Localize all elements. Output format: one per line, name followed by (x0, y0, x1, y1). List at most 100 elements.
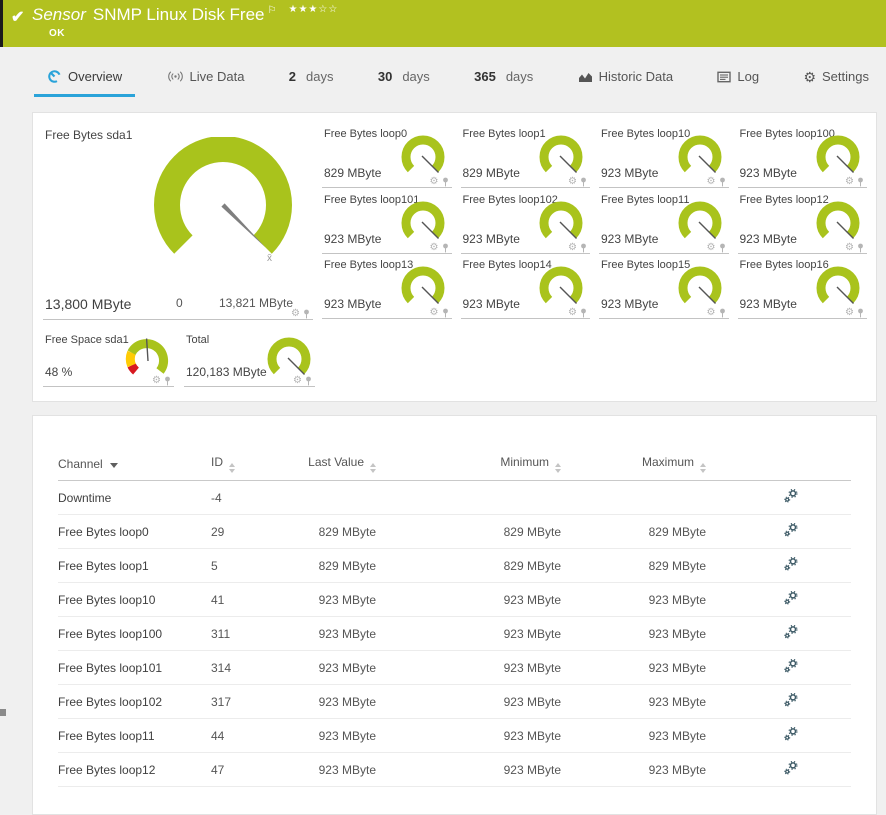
channel-name-cell[interactable]: Free Bytes loop101 (58, 651, 211, 685)
gauge-cell[interactable]: Free Bytes loop1 829 MByte ⚙ (461, 123, 591, 188)
table-row[interactable]: Free Bytes loop12 47 923 MByte 923 MByte… (58, 753, 851, 787)
tab-2-days-unit: days (306, 69, 333, 84)
channel-gear-icon[interactable]: ⚙ (430, 177, 439, 187)
gauge-cell[interactable]: Free Bytes loop13 923 MByte ⚙ (322, 254, 452, 319)
channel-name-cell[interactable]: Free Bytes loop0 (58, 515, 211, 549)
gauge-cell[interactable]: Free Bytes loop11 923 MByte ⚙ (599, 189, 729, 254)
edit-channel-gears-icon[interactable] (783, 658, 799, 674)
pin-icon[interactable] (303, 309, 310, 319)
pin-icon[interactable] (442, 177, 449, 187)
last-value-cell: 923 MByte (296, 651, 376, 685)
edit-channel-gears-icon[interactable] (783, 556, 799, 572)
minimum-cell: 923 MByte (376, 753, 561, 787)
pin-icon[interactable] (580, 308, 587, 318)
gauge-dial (674, 133, 726, 181)
channel-name-cell[interactable]: Downtime (58, 481, 211, 515)
channel-gear-icon[interactable]: ⚙ (845, 177, 854, 187)
minimum-cell (376, 481, 561, 515)
pin-icon[interactable] (580, 243, 587, 253)
free-space-gauge-cell[interactable]: Free Space sda1 48 % ⚙ (43, 329, 174, 387)
edit-channel-gears-icon[interactable] (783, 488, 799, 504)
tab-overview[interactable]: Overview (34, 59, 135, 97)
gauge-cell[interactable]: Free Bytes loop102 923 MByte ⚙ (461, 189, 591, 254)
gauges-panel: Free Bytes sda1 x̄ 13,800 MByte 0 13,821… (32, 112, 877, 402)
gauge-cell[interactable]: Free Bytes loop15 923 MByte ⚙ (599, 254, 729, 319)
tab-historic-data[interactable]: Historic Data (565, 59, 686, 97)
pin-icon[interactable] (164, 376, 171, 386)
channel-gear-icon[interactable]: ⚙ (152, 376, 161, 386)
channel-gear-icon[interactable]: ⚙ (707, 308, 716, 318)
channel-gear-icon[interactable]: ⚙ (568, 308, 577, 318)
gauge-value: 923 MByte (740, 297, 797, 311)
channel-gear-icon[interactable]: ⚙ (293, 376, 302, 386)
gauge-cell[interactable]: Free Bytes loop10 923 MByte ⚙ (599, 123, 729, 188)
channel-gear-icon[interactable]: ⚙ (568, 243, 577, 253)
channel-id-cell: 314 (211, 651, 296, 685)
table-row[interactable]: Free Bytes loop0 29 829 MByte 829 MByte … (58, 515, 851, 549)
pin-icon[interactable] (580, 177, 587, 187)
tab-30-days[interactable]: 30days (365, 59, 443, 97)
total-gauge-cell[interactable]: Total 120,183 MByte ⚙ (184, 329, 315, 387)
table-header-row: Channel ID Last Value Minimum Maximum (58, 449, 851, 481)
channel-gear-icon[interactable]: ⚙ (291, 309, 300, 319)
table-row[interactable]: Free Bytes loop10 41 923 MByte 923 MByte… (58, 583, 851, 617)
pin-icon[interactable] (857, 308, 864, 318)
last-value-cell: 923 MByte (296, 617, 376, 651)
object-kind-label: Sensor (32, 5, 86, 24)
column-header-minimum[interactable]: Minimum (376, 449, 561, 481)
tab-live-data[interactable]: Live Data (154, 59, 258, 97)
gauge-cell[interactable]: Free Bytes loop0 829 MByte ⚙ (322, 123, 452, 188)
tab-log[interactable]: Log (704, 59, 772, 97)
edit-channel-gears-icon[interactable] (783, 522, 799, 538)
gauge-cell[interactable]: Free Bytes loop101 923 MByte ⚙ (322, 189, 452, 254)
tab-2-days[interactable]: 2days (276, 59, 347, 97)
table-row[interactable]: Free Bytes loop100 311 923 MByte 923 MBy… (58, 617, 851, 651)
edit-channel-gears-icon[interactable] (783, 692, 799, 708)
edit-channel-gears-icon[interactable] (783, 624, 799, 640)
table-row[interactable]: Downtime -4 (58, 481, 851, 515)
channel-name-cell[interactable]: Free Bytes loop1 (58, 549, 211, 583)
edit-channel-gears-icon[interactable] (783, 760, 799, 776)
channel-gear-icon[interactable]: ⚙ (430, 243, 439, 253)
column-header-maximum[interactable]: Maximum (561, 449, 706, 481)
primary-gauge-cell[interactable]: Free Bytes sda1 x̄ 13,800 MByte 0 13,821… (43, 123, 313, 320)
channel-gear-icon[interactable]: ⚙ (845, 308, 854, 318)
table-row[interactable]: Free Bytes loop102 317 923 MByte 923 MBy… (58, 685, 851, 719)
flag-icon[interactable]: ⚐ (268, 5, 277, 16)
channel-name-cell[interactable]: Free Bytes loop102 (58, 685, 211, 719)
channel-gear-icon[interactable]: ⚙ (707, 243, 716, 253)
column-header-id[interactable]: ID (211, 449, 296, 481)
pin-icon[interactable] (442, 308, 449, 318)
table-row[interactable]: Free Bytes loop1 5 829 MByte 829 MByte 8… (58, 549, 851, 583)
gauge-cell[interactable]: Free Bytes loop12 923 MByte ⚙ (738, 189, 868, 254)
pin-icon[interactable] (719, 308, 726, 318)
edit-channel-gears-icon[interactable] (783, 726, 799, 742)
gauge-cell[interactable]: Free Bytes loop14 923 MByte ⚙ (461, 254, 591, 319)
minimum-cell: 923 MByte (376, 617, 561, 651)
tab-settings[interactable]: ⚙ Settings (790, 59, 882, 97)
channel-name-cell[interactable]: Free Bytes loop11 (58, 719, 211, 753)
channel-gear-icon[interactable]: ⚙ (430, 308, 439, 318)
pin-icon[interactable] (305, 376, 312, 386)
pin-icon[interactable] (442, 243, 449, 253)
table-row[interactable]: Free Bytes loop101 314 923 MByte 923 MBy… (58, 651, 851, 685)
channel-name-cell[interactable]: Free Bytes loop12 (58, 753, 211, 787)
priority-stars[interactable]: ★★★☆☆ (288, 4, 338, 15)
pin-icon[interactable] (857, 243, 864, 253)
gauge-value: 829 MByte (463, 166, 520, 180)
pin-icon[interactable] (857, 177, 864, 187)
table-row[interactable]: Free Bytes loop11 44 923 MByte 923 MByte… (58, 719, 851, 753)
channel-name-cell[interactable]: Free Bytes loop10 (58, 583, 211, 617)
channel-gear-icon[interactable]: ⚙ (845, 243, 854, 253)
pin-icon[interactable] (719, 177, 726, 187)
channel-gear-icon[interactable]: ⚙ (568, 177, 577, 187)
pin-icon[interactable] (719, 243, 726, 253)
tab-365-days[interactable]: 365days (461, 59, 546, 97)
gauge-cell[interactable]: Free Bytes loop100 923 MByte ⚙ (738, 123, 868, 188)
gauge-cell[interactable]: Free Bytes loop16 923 MByte ⚙ (738, 254, 868, 319)
edit-channel-gears-icon[interactable] (783, 590, 799, 606)
channel-name-cell[interactable]: Free Bytes loop100 (58, 617, 211, 651)
channel-gear-icon[interactable]: ⚙ (707, 177, 716, 187)
column-header-channel[interactable]: Channel (58, 449, 211, 481)
column-header-last-value[interactable]: Last Value (296, 449, 376, 481)
